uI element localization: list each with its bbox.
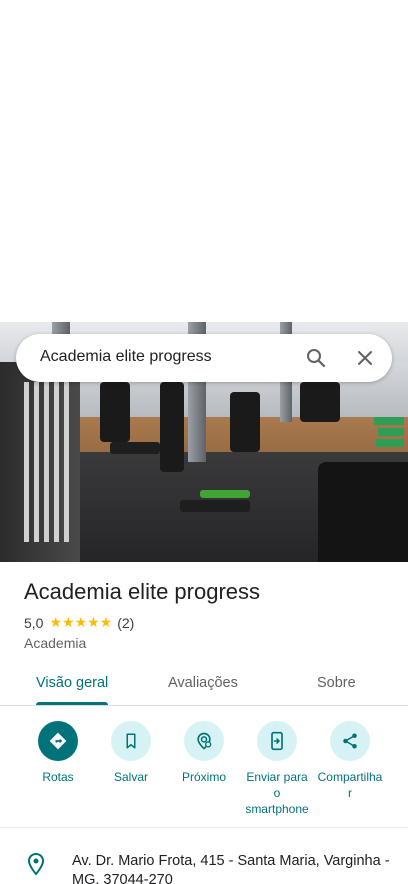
photo-machine bbox=[100, 382, 130, 442]
photo-plate bbox=[376, 439, 404, 447]
photo-bench-pad bbox=[200, 490, 250, 498]
tab-reviews[interactable]: Avaliações bbox=[168, 675, 238, 691]
send-to-phone-label-line: smartphone bbox=[245, 802, 309, 816]
save-label: Salvar bbox=[113, 770, 148, 784]
photo-bar bbox=[44, 382, 49, 542]
photo-bar bbox=[34, 382, 39, 542]
map-blank-area bbox=[0, 0, 408, 322]
review-count[interactable]: (2) bbox=[117, 615, 134, 631]
place-category[interactable]: Academia bbox=[24, 635, 86, 651]
rating-row[interactable]: 5,0 ★★★★★ (2) bbox=[24, 614, 134, 631]
place-title: Academia elite progress bbox=[24, 579, 261, 604]
tab-bar: Visão geral Avaliações Sobre bbox=[0, 666, 408, 706]
location-pin-icon bbox=[24, 852, 48, 876]
photo-plate bbox=[378, 428, 404, 436]
send-to-phone-label-line: Enviar para bbox=[246, 770, 308, 784]
rating-value: 5,0 bbox=[24, 614, 44, 631]
nearby-label: Próximo bbox=[181, 770, 226, 784]
photo-bar bbox=[24, 382, 29, 542]
share-icon bbox=[330, 721, 370, 761]
share-label: Compartilha r bbox=[310, 769, 390, 801]
close-icon[interactable] bbox=[353, 346, 377, 370]
photo-bar bbox=[54, 382, 59, 542]
save-button[interactable]: Salvar bbox=[91, 721, 171, 785]
bookmark-icon bbox=[111, 721, 151, 761]
send-to-phone-icon bbox=[257, 721, 297, 761]
send-to-phone-label-line: o bbox=[273, 786, 281, 800]
nearby-button[interactable]: Próximo bbox=[164, 721, 244, 785]
photo-bench bbox=[180, 500, 250, 512]
photo-bench bbox=[110, 442, 160, 454]
photo-bar bbox=[64, 382, 69, 542]
nearby-icon bbox=[184, 721, 224, 761]
share-label-line: r bbox=[348, 786, 352, 800]
search-bar[interactable]: Academia elite progress bbox=[16, 334, 392, 382]
directions-button[interactable]: Rotas bbox=[18, 721, 98, 785]
tab-overview[interactable]: Visão geral bbox=[36, 675, 108, 691]
search-icon[interactable] bbox=[304, 346, 328, 370]
photo-machine-right bbox=[318, 462, 408, 562]
photo-machine bbox=[300, 382, 340, 422]
directions-label: Rotas bbox=[42, 770, 74, 784]
photo-plate bbox=[374, 417, 404, 425]
photo-machine bbox=[230, 392, 260, 452]
send-to-phone-label: Enviar para o smartphone bbox=[237, 769, 317, 817]
star-rating-icon: ★★★★★ bbox=[49, 614, 113, 630]
search-input[interactable]: Academia elite progress bbox=[40, 348, 212, 366]
address-text: Av. Dr. Mario Frota, 415 - Santa Maria, … bbox=[72, 853, 390, 884]
tab-indicator bbox=[36, 702, 108, 705]
section-divider bbox=[0, 827, 408, 828]
share-button[interactable]: Compartilha r bbox=[310, 721, 390, 801]
tab-about[interactable]: Sobre bbox=[317, 675, 356, 691]
photo-machine bbox=[160, 382, 184, 472]
directions-icon bbox=[38, 721, 78, 761]
send-to-phone-button[interactable]: Enviar para o smartphone bbox=[237, 721, 317, 817]
share-label-line: Compartilha bbox=[317, 770, 383, 784]
